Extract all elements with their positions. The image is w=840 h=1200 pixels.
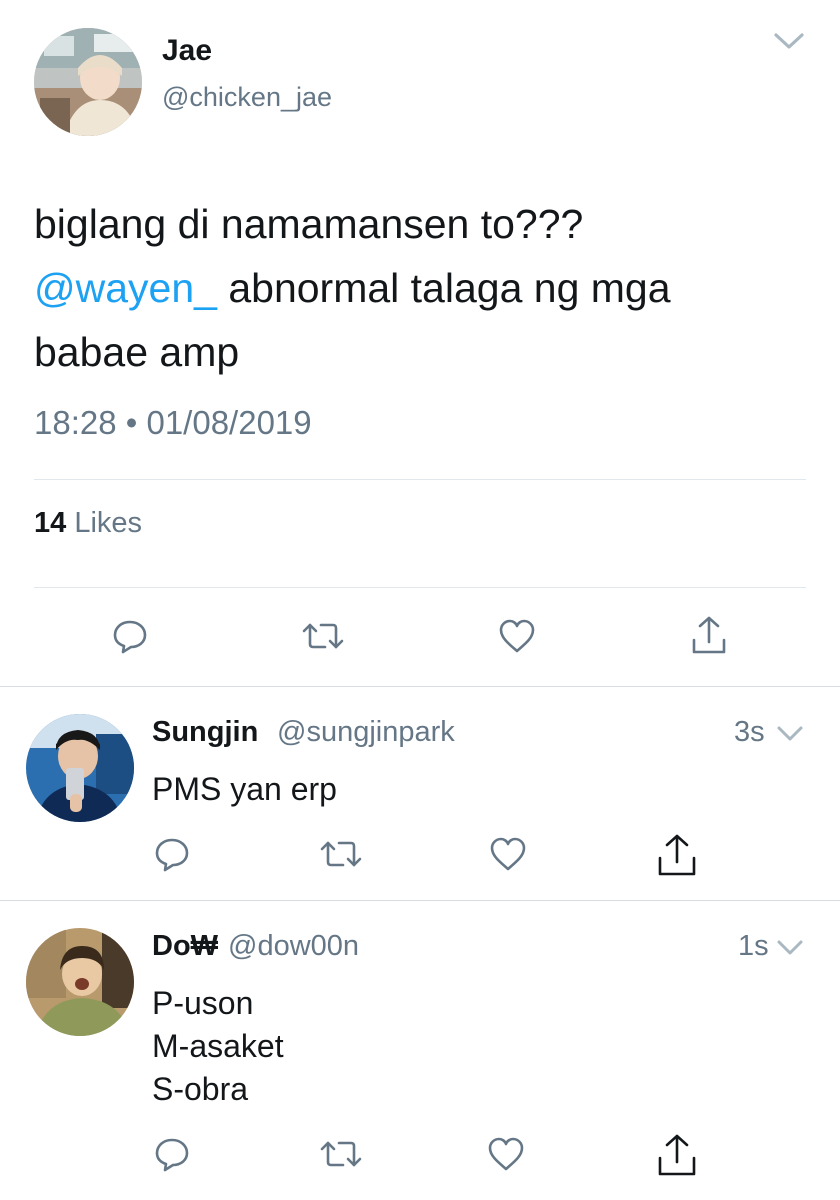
reply-icon[interactable] xyxy=(110,616,150,656)
tweet-text: biglang di namamansen to??? @wayen_ abno… xyxy=(34,192,804,384)
tweet-timestamp[interactable]: 18:28 • 01/08/2019 xyxy=(34,404,312,442)
divider xyxy=(34,479,806,480)
divider xyxy=(0,686,840,687)
chevron-down-icon[interactable] xyxy=(776,938,804,958)
like-heart-icon[interactable] xyxy=(488,835,528,873)
chevron-down-icon[interactable] xyxy=(772,30,806,52)
reply-text-line: S-obra xyxy=(152,1071,249,1107)
reply-text-line: M-asaket xyxy=(152,1028,284,1064)
likes-label: Likes xyxy=(66,507,143,539)
mention-link[interactable]: @wayen_ xyxy=(34,265,217,311)
main-tweet: Jae @chicken_jae biglang di namamansen t… xyxy=(0,0,840,686)
reply-text: PMS yan erp xyxy=(152,768,337,811)
retweet-icon[interactable] xyxy=(318,836,364,872)
reply-author-handle[interactable]: @sungjinpark xyxy=(277,716,455,749)
tweet-text-line: biglang di namamansen to??? xyxy=(34,201,584,247)
reply-icon[interactable] xyxy=(152,1134,192,1174)
reply-icon[interactable] xyxy=(152,834,192,874)
retweet-icon[interactable] xyxy=(318,1136,364,1172)
divider xyxy=(34,587,806,588)
reply-text: P-uson M-asaket S-obra xyxy=(152,982,284,1111)
reply-author-handle[interactable]: @dow00n xyxy=(228,930,359,963)
tweet-text-line: babae amp xyxy=(34,329,240,375)
divider xyxy=(0,900,840,901)
author-handle[interactable]: @chicken_jae xyxy=(162,82,332,113)
reply-author-avatar[interactable] xyxy=(26,714,134,822)
tweet-text-line: abnormal talaga ng mga xyxy=(216,265,671,311)
reply-text-line: P-uson xyxy=(152,985,254,1021)
share-icon[interactable] xyxy=(690,614,728,656)
chevron-down-icon[interactable] xyxy=(776,724,804,744)
author-name[interactable]: Jae xyxy=(162,34,212,68)
likes-number: 14 xyxy=(34,507,67,539)
share-icon[interactable] xyxy=(656,1132,698,1178)
author-avatar[interactable] xyxy=(34,28,142,136)
likes-count[interactable]: 14 Likes xyxy=(34,507,142,540)
retweet-icon[interactable] xyxy=(300,618,346,654)
reply-author-avatar[interactable] xyxy=(26,928,134,1036)
reply-time[interactable]: 1s xyxy=(738,930,769,963)
reply-author-name[interactable]: Sungjin xyxy=(152,716,258,749)
reply-time[interactable]: 3s xyxy=(734,716,765,749)
like-heart-icon[interactable] xyxy=(497,617,537,655)
reply-author-name[interactable]: Do₩ xyxy=(152,930,218,963)
reply-text-line: PMS yan erp xyxy=(152,771,337,807)
like-heart-icon[interactable] xyxy=(486,1135,526,1173)
share-icon[interactable] xyxy=(656,832,698,878)
